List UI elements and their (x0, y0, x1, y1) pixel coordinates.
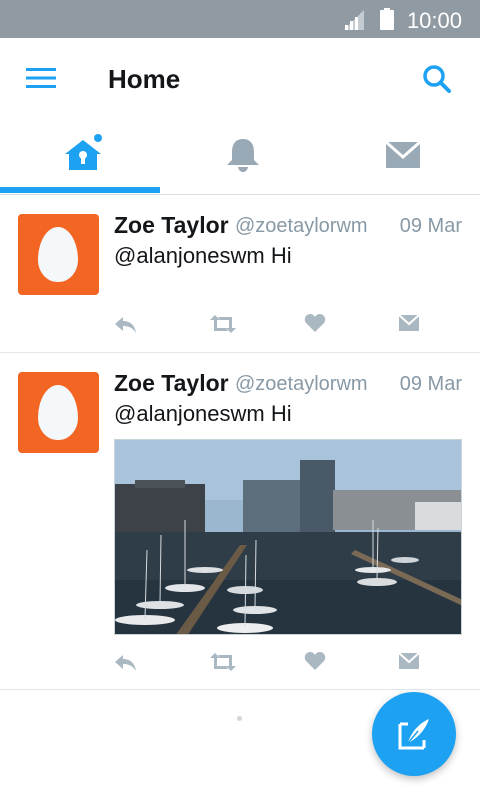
tweet-author-handle: @zoetaylorwm (235, 215, 368, 237)
direct-message-icon[interactable] (398, 651, 420, 671)
tweet-date: 09 Mar (399, 373, 462, 395)
tweet-media-image[interactable] (114, 439, 462, 635)
hamburger-menu-icon[interactable] (26, 66, 56, 90)
egg-icon (38, 385, 78, 440)
status-time: 10:00 (406, 8, 462, 33)
page-title: Home (108, 64, 181, 94)
home-icon (65, 134, 102, 170)
egg-icon (38, 227, 78, 282)
direct-message-icon[interactable] (398, 313, 420, 333)
tab-bar (0, 120, 480, 195)
tab-notifications[interactable] (160, 120, 320, 194)
active-tab-indicator (0, 187, 160, 193)
tab-home[interactable] (0, 120, 160, 194)
tweet-text: @alanjoneswm Hi (114, 243, 292, 268)
loading-indicator-dot (237, 716, 242, 721)
avatar[interactable] (18, 372, 99, 453)
compose-tweet-icon (398, 719, 429, 750)
reply-icon[interactable] (114, 651, 138, 673)
tweet-text: @alanjoneswm Hi (114, 401, 292, 426)
tweet-item[interactable]: Zoe Taylor @zoetaylorwm 09 Mar @alanjone… (0, 353, 480, 690)
tweet-actions (114, 313, 424, 337)
harbor-photo (115, 440, 461, 634)
tweet-author-name[interactable]: Zoe Taylor (114, 212, 229, 239)
battery-icon (380, 8, 394, 30)
status-bar: 10:00 (0, 0, 480, 38)
like-icon[interactable] (304, 651, 326, 671)
tweet-date: 09 Mar (399, 215, 462, 237)
compose-tweet-button[interactable] (372, 692, 456, 776)
reply-icon[interactable] (114, 313, 138, 335)
avatar[interactable] (18, 214, 99, 295)
retweet-icon[interactable] (209, 313, 237, 335)
tab-messages[interactable] (320, 120, 480, 194)
like-icon[interactable] (304, 313, 326, 333)
retweet-icon[interactable] (209, 651, 237, 673)
tweet-author-handle: @zoetaylorwm (235, 373, 368, 395)
bell-icon (227, 139, 259, 172)
tweet-item[interactable]: Zoe Taylor @zoetaylorwm 09 Mar @alanjone… (0, 195, 480, 353)
envelope-icon (385, 140, 421, 168)
search-icon[interactable] (422, 64, 452, 94)
tweet-actions (114, 651, 424, 675)
app-bar: Home (0, 38, 480, 120)
tweet-author-name[interactable]: Zoe Taylor (114, 370, 229, 397)
signal-icon (344, 10, 364, 30)
